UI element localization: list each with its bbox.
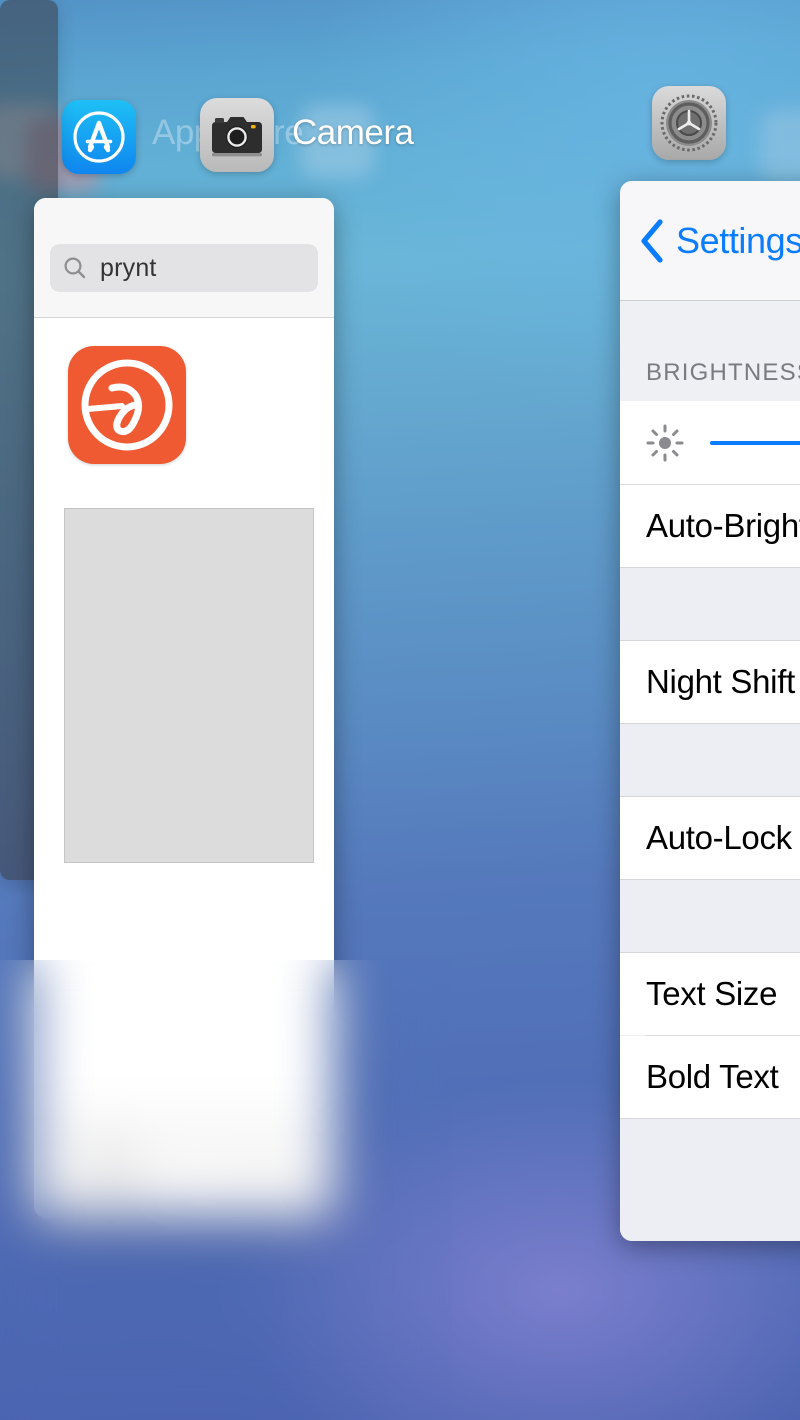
back-button-label[interactable]: Settings: [676, 220, 800, 262]
camera-icon[interactable]: [200, 98, 274, 172]
brightness-sun-icon: [646, 424, 684, 461]
settings-row-night-shift[interactable]: Night Shift: [620, 641, 800, 723]
settings-row-text-size[interactable]: Text Size: [620, 953, 800, 1035]
app-switcher-header: App Store Camera: [0, 0, 800, 185]
prynt-logo-glyph: [81, 359, 173, 451]
settings-group-gap: [620, 1118, 800, 1241]
preview-blur-overlay: [0, 960, 452, 1420]
camera-glyph: [212, 117, 262, 157]
app-screenshot-placeholder: [64, 508, 314, 863]
settings-row-auto-brightness[interactable]: Auto-Brightness: [620, 485, 800, 567]
section-header-brightness: BRIGHTNESS: [646, 359, 800, 386]
chevron-left-icon[interactable]: [638, 218, 668, 264]
settings-group-gap: [620, 567, 800, 641]
settings-gear-icon[interactable]: [652, 86, 726, 160]
app-card-settings[interactable]: Settings BRIGHTNESS Auto-Brightness Nigh…: [620, 181, 800, 1241]
app-store-icon[interactable]: [62, 100, 136, 174]
hdr-strike-glyph: [198, 895, 246, 935]
settings-row-auto-lock[interactable]: Auto-Lock: [620, 797, 800, 879]
prynt-app-icon[interactable]: [68, 346, 186, 464]
gear-glyph: [660, 94, 718, 152]
app-store-glyph: [73, 111, 125, 163]
settings-group-gap: [620, 723, 800, 797]
hdr-off-icon[interactable]: HDR: [191, 895, 259, 937]
settings-nav-bar: Settings: [620, 181, 800, 301]
app-name-camera: Camera: [292, 113, 414, 152]
brightness-slider-track[interactable]: [710, 440, 800, 445]
app-store-search-bar: prynt: [34, 198, 334, 318]
brightness-slider-row[interactable]: [620, 401, 800, 485]
settings-row-bold-text[interactable]: Bold Text: [620, 1036, 800, 1118]
search-input[interactable]: prynt: [50, 244, 318, 292]
settings-group-gap: [620, 879, 800, 953]
camera-live-preview[interactable]: [0, 960, 452, 1420]
search-query-text: prynt: [100, 253, 157, 282]
app-card-camera[interactable]: HDR SLO-MO VIDEO PHOTO SQUARE: [0, 880, 452, 1420]
search-icon: [64, 257, 86, 279]
